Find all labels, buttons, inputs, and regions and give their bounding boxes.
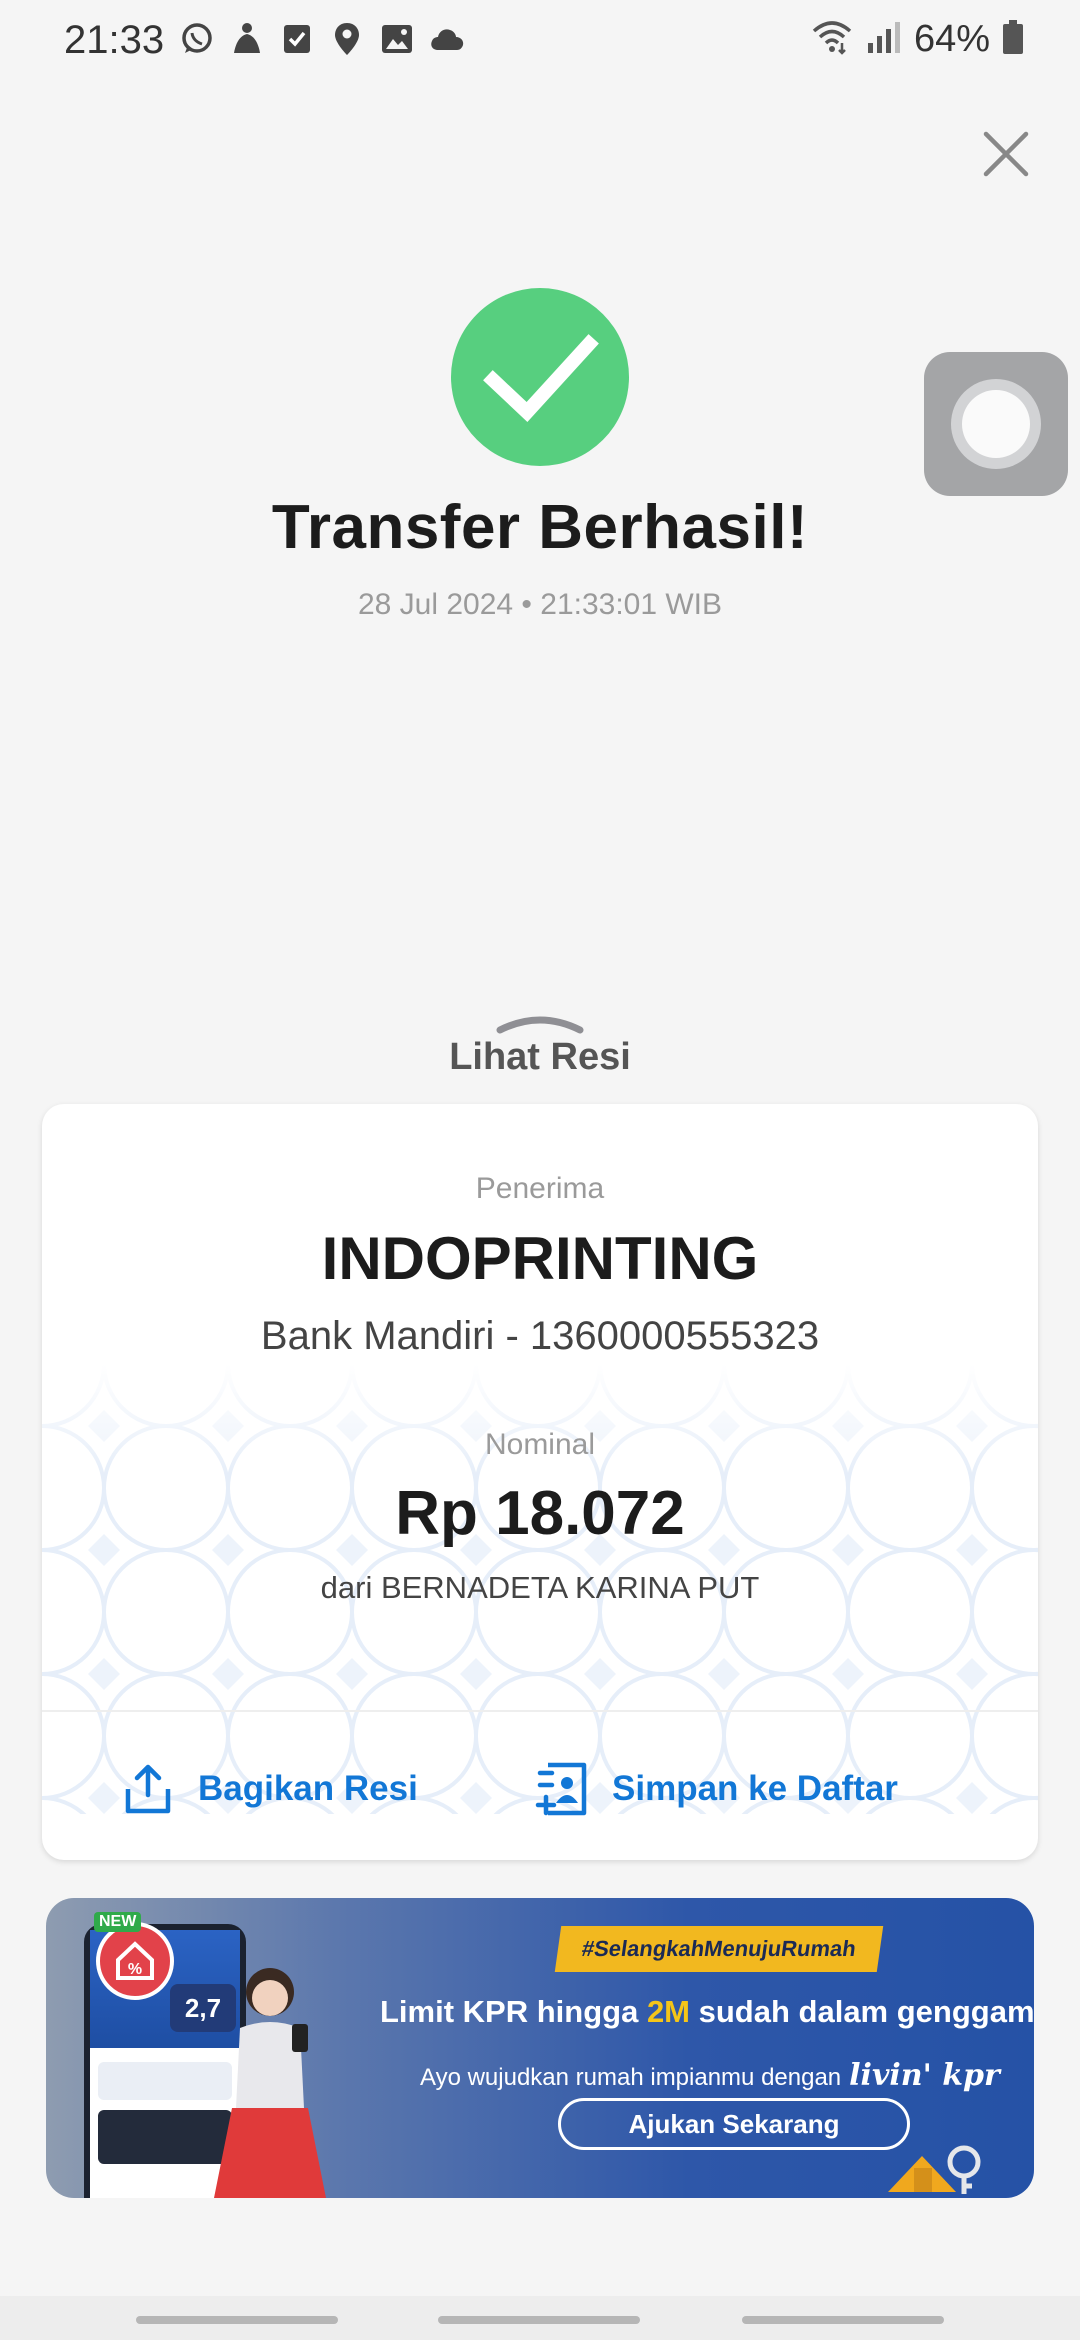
assistive-dot [962,390,1030,458]
amount-label: Nominal [484,1428,596,1461]
promo-headline: Limit KPR hingga 2M sudah dalam genggama… [380,1994,1034,2029]
promo-banner[interactable]: 2,7 NEW % #SelangkahMenujuRumah Limit KP… [46,1898,1034,2198]
status-time: 21:33 [64,18,165,62]
save-to-list-button[interactable]: Simpan ke Daftar [534,1754,898,1824]
card-divider [42,1710,1038,1712]
success-check-icon [451,288,629,466]
location-icon [328,20,366,58]
share-receipt-label: Bagikan Resi [198,1769,418,1808]
svg-text:%: % [128,1961,142,1978]
recipient-bank-account: Bank Mandiri - 1360000555323 [260,1314,820,1358]
share-icon [125,1764,171,1814]
livin-kpr-logo: livin' kpr [849,2058,1000,2093]
recipient-name: INDOPRINTING [321,1225,759,1292]
battery-percentage: 64% [913,18,990,60]
status-bar: 21:33 64% [0,0,1080,84]
apply-now-button[interactable]: Ajukan Sekarang [558,2098,910,2150]
house-key-icon [888,2145,981,2194]
home-button[interactable] [438,2316,640,2324]
woman-illustration [214,1968,326,2198]
navigation-bar [0,2296,1080,2340]
save-to-list-label: Simpan ke Daftar [612,1769,898,1808]
view-receipt-toggle[interactable]: Lihat Resi [0,1036,1080,1079]
cloud-icon [428,20,466,58]
add-contact-icon [535,1762,587,1816]
back-button[interactable] [742,2316,944,2324]
promo-subtext: Ayo wujudkan rumah impianmu dengan livin'… [420,2058,1000,2093]
recipient-label: Penerima [475,1172,605,1205]
sheet-handle-icon[interactable] [496,1012,584,1034]
meditation-icon [228,20,266,58]
wifi-icon [810,19,854,60]
promo-headline-highlight: 2M [646,1994,691,2029]
notification-icons [178,20,466,58]
floating-assistive-button[interactable] [924,352,1068,496]
share-receipt-button[interactable]: Bagikan Resi [120,1754,418,1824]
status-right: 64% [810,18,1024,61]
transfer-amount: Rp 18.072 [395,1479,685,1548]
transaction-timestamp: 28 Jul 2024 • 21:33:01 WIB [357,588,723,621]
signal-icon [866,19,902,60]
close-icon [983,131,1029,177]
battery-icon [1002,19,1024,60]
new-house-badge-icon: NEW % [94,1912,174,2000]
gallery-icon [378,20,416,58]
promo-hashtag: #SelangkahMenujuRumah [554,1926,884,1972]
new-badge-label: NEW [94,1912,142,1932]
sender-name: dari BERNADETA KARINA PUT [320,1570,760,1605]
receipt-card: Penerima INDOPRINTING Bank Mandiri - 136… [42,1104,1038,1860]
page-title: Transfer Berhasil! [271,493,809,562]
close-button[interactable] [980,128,1032,180]
whatsapp-icon [178,20,216,58]
checkbox-icon [278,20,316,58]
recent-apps-button[interactable] [136,2316,338,2324]
